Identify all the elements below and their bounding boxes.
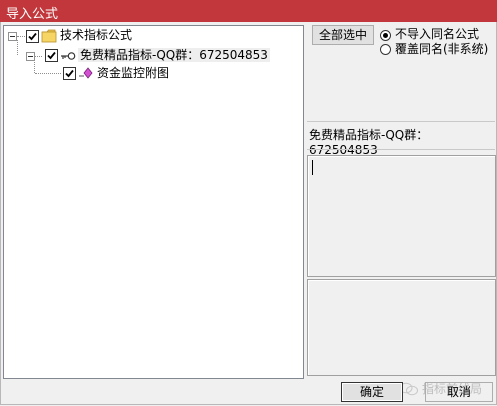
- window-title: 导入公式: [6, 7, 59, 22]
- ok-button[interactable]: 确定: [341, 382, 403, 402]
- formula-tree[interactable]: 技术指标公式 免费精品指标-QQ群：672504853 资金监控附图: [3, 25, 304, 379]
- tree-child-label: 免费精品指标-QQ群：672504853: [78, 48, 270, 62]
- radio-skip-label: 不导入同名公式: [395, 27, 480, 41]
- key-icon: [60, 50, 76, 64]
- radio-skip-duplicates[interactable]: [380, 30, 391, 41]
- dialog-body: 技术指标公式 免费精品指标-QQ群：672504853 资金监控附图 全部选中 …: [0, 22, 497, 405]
- tree-line: [34, 56, 42, 58]
- radio-overwrite-label: 覆盖同名(非系统): [395, 42, 489, 56]
- collapse-toggle[interactable]: [26, 52, 35, 61]
- cancel-button[interactable]: 取消: [425, 382, 493, 402]
- tree-line: [35, 73, 61, 75]
- formula-description-box[interactable]: [307, 155, 496, 277]
- radio-overwrite[interactable]: [380, 44, 391, 55]
- tree-line: [17, 36, 25, 38]
- formula-preview-box: [307, 279, 496, 376]
- divider: [307, 121, 495, 122]
- tree-root-label: 技术指标公式: [60, 28, 133, 42]
- child-checkbox[interactable]: [45, 49, 58, 62]
- tree-line: [34, 60, 36, 73]
- tree-leaf-label: 资金监控附图: [97, 66, 170, 80]
- leaf-checkbox[interactable]: [63, 67, 76, 80]
- root-checkbox[interactable]: [26, 30, 39, 43]
- title-bar: 导入公式: [0, 0, 497, 23]
- collapse-toggle[interactable]: [8, 32, 17, 41]
- formula-name: 免费精品指标-QQ群：672504853: [309, 128, 429, 157]
- divider: [307, 149, 495, 150]
- select-all-button[interactable]: 全部选中: [312, 25, 374, 45]
- tree-line: [17, 40, 19, 55]
- text-caret: [312, 160, 313, 175]
- diamond-icon: [79, 67, 95, 82]
- folder-icon: [41, 29, 57, 46]
